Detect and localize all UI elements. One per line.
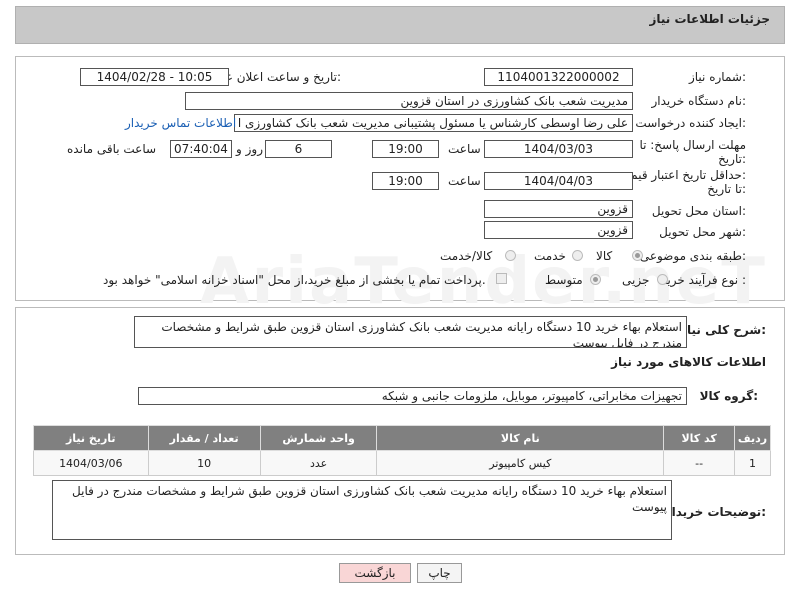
- remaining-time-field: 07:40:04: [170, 140, 232, 158]
- goods-table: ردیف کد کالا نام کالا واحد شمارش تعداد /…: [33, 425, 771, 476]
- creator-field: علی رضا اوسطی کارشناس یا مسئول پشتیبانی …: [234, 114, 633, 132]
- goods-info-title: اطلاعات کالاهای مورد نیاز: [611, 355, 766, 369]
- contact-info-link[interactable]: اطلاعات تماس خریدار: [125, 116, 236, 130]
- cell-name: کیس کامپیوتر: [376, 450, 665, 476]
- process-partial-radio[interactable]: [657, 274, 668, 285]
- deadline-time-field: 19:00: [372, 140, 439, 158]
- remaining-label: ساعت باقی مانده: [67, 142, 157, 156]
- category-service-label: خدمت: [534, 249, 566, 263]
- process-medium-radio[interactable]: [590, 274, 601, 285]
- treasury-payment-note: پرداخت تمام یا بخشی از مبلغ خرید،از محل …: [103, 273, 486, 287]
- price-time-label: ساعت: [448, 174, 481, 188]
- cell-row: 1: [734, 450, 771, 476]
- description-label: شرح کلی نیاز:: [680, 323, 766, 337]
- table-row: 1 -- کیس کامپیوتر عدد 10 1404/03/06: [33, 450, 771, 476]
- category-goods-radio[interactable]: [632, 250, 643, 261]
- days-field: 6: [265, 140, 332, 158]
- city-label: شهر محل تحویل:: [659, 225, 746, 239]
- price-validity-label: حداقل تاریخ اعتبار قیمت:: [619, 168, 746, 182]
- deadline-date-field: 1404/03/03: [484, 140, 633, 158]
- category-goods-service-label: کالا/خدمت: [440, 249, 493, 263]
- category-goods-label: کالا: [596, 249, 613, 263]
- col-date-header: تاریخ نیاز: [33, 425, 149, 451]
- col-qty-header: تعداد / مقدار: [147, 425, 261, 451]
- print-button[interactable]: چاپ: [417, 563, 462, 583]
- category-label: طبقه بندی موضوعی:: [639, 249, 746, 263]
- city-field: قزوین: [484, 221, 633, 239]
- col-row-header: ردیف: [734, 425, 771, 451]
- process-label: نوع فرآیند خرید :: [661, 273, 746, 287]
- goods-group-field: تجهیزات مخابراتی، کامپیوتر، موبایل، ملزو…: [138, 387, 687, 405]
- col-code-header: کد کالا: [663, 425, 736, 451]
- province-label: استان محل تحویل:: [651, 204, 746, 218]
- goods-group-label: گروه کالا:: [699, 389, 758, 403]
- description-text: استعلام بهاء خرید 10 دستگاه رایانه مدیری…: [134, 316, 687, 348]
- cell-code: --: [663, 450, 736, 476]
- need-number-label: شماره نیاز:: [688, 70, 746, 84]
- treasury-payment-checkbox[interactable]: [496, 273, 507, 284]
- buyer-org-field: مدیریت شعب بانک کشاورزی در استان قزوین: [185, 92, 633, 110]
- buyer-notes-label: توضیحات خریدار:: [664, 505, 766, 519]
- back-button[interactable]: بازگشت: [339, 563, 411, 583]
- days-label: روز و: [236, 142, 263, 156]
- deadline-label-2: تاریخ:: [718, 152, 746, 166]
- need-number-field: 1104001322000002: [484, 68, 633, 86]
- buyer-notes-text: استعلام بهاء خرید 10 دستگاه رایانه مدیری…: [52, 480, 672, 540]
- page-title: جزئیات اطلاعات نیاز: [649, 12, 770, 26]
- col-unit-header: واحد شمارش: [259, 425, 378, 451]
- category-goods-service-radio[interactable]: [505, 250, 516, 261]
- price-time-field: 19:00: [372, 172, 439, 190]
- deadline-time-label: ساعت: [448, 142, 481, 156]
- creator-label: ایجاد کننده درخواست:: [635, 116, 746, 130]
- table-header-row: ردیف کد کالا نام کالا واحد شمارش تعداد /…: [33, 425, 771, 451]
- category-service-radio[interactable]: [572, 250, 583, 261]
- process-medium-label: متوسط: [545, 273, 583, 287]
- deadline-label: مهلت ارسال پاسخ: تا: [639, 138, 746, 152]
- buyer-org-label: نام دستگاه خریدار:: [651, 94, 747, 108]
- province-field: قزوین: [484, 200, 633, 218]
- price-validity-label-2: تا تاریخ:: [707, 182, 746, 196]
- cell-unit: عدد: [259, 450, 378, 476]
- price-date-field: 1404/04/03: [484, 172, 633, 190]
- col-name-header: نام کالا: [376, 425, 665, 451]
- cell-date: 1404/03/06: [33, 450, 149, 476]
- process-partial-label: جزیی: [622, 273, 650, 287]
- cell-qty: 10: [147, 450, 261, 476]
- announce-field: 1404/02/28 - 10:05: [80, 68, 229, 86]
